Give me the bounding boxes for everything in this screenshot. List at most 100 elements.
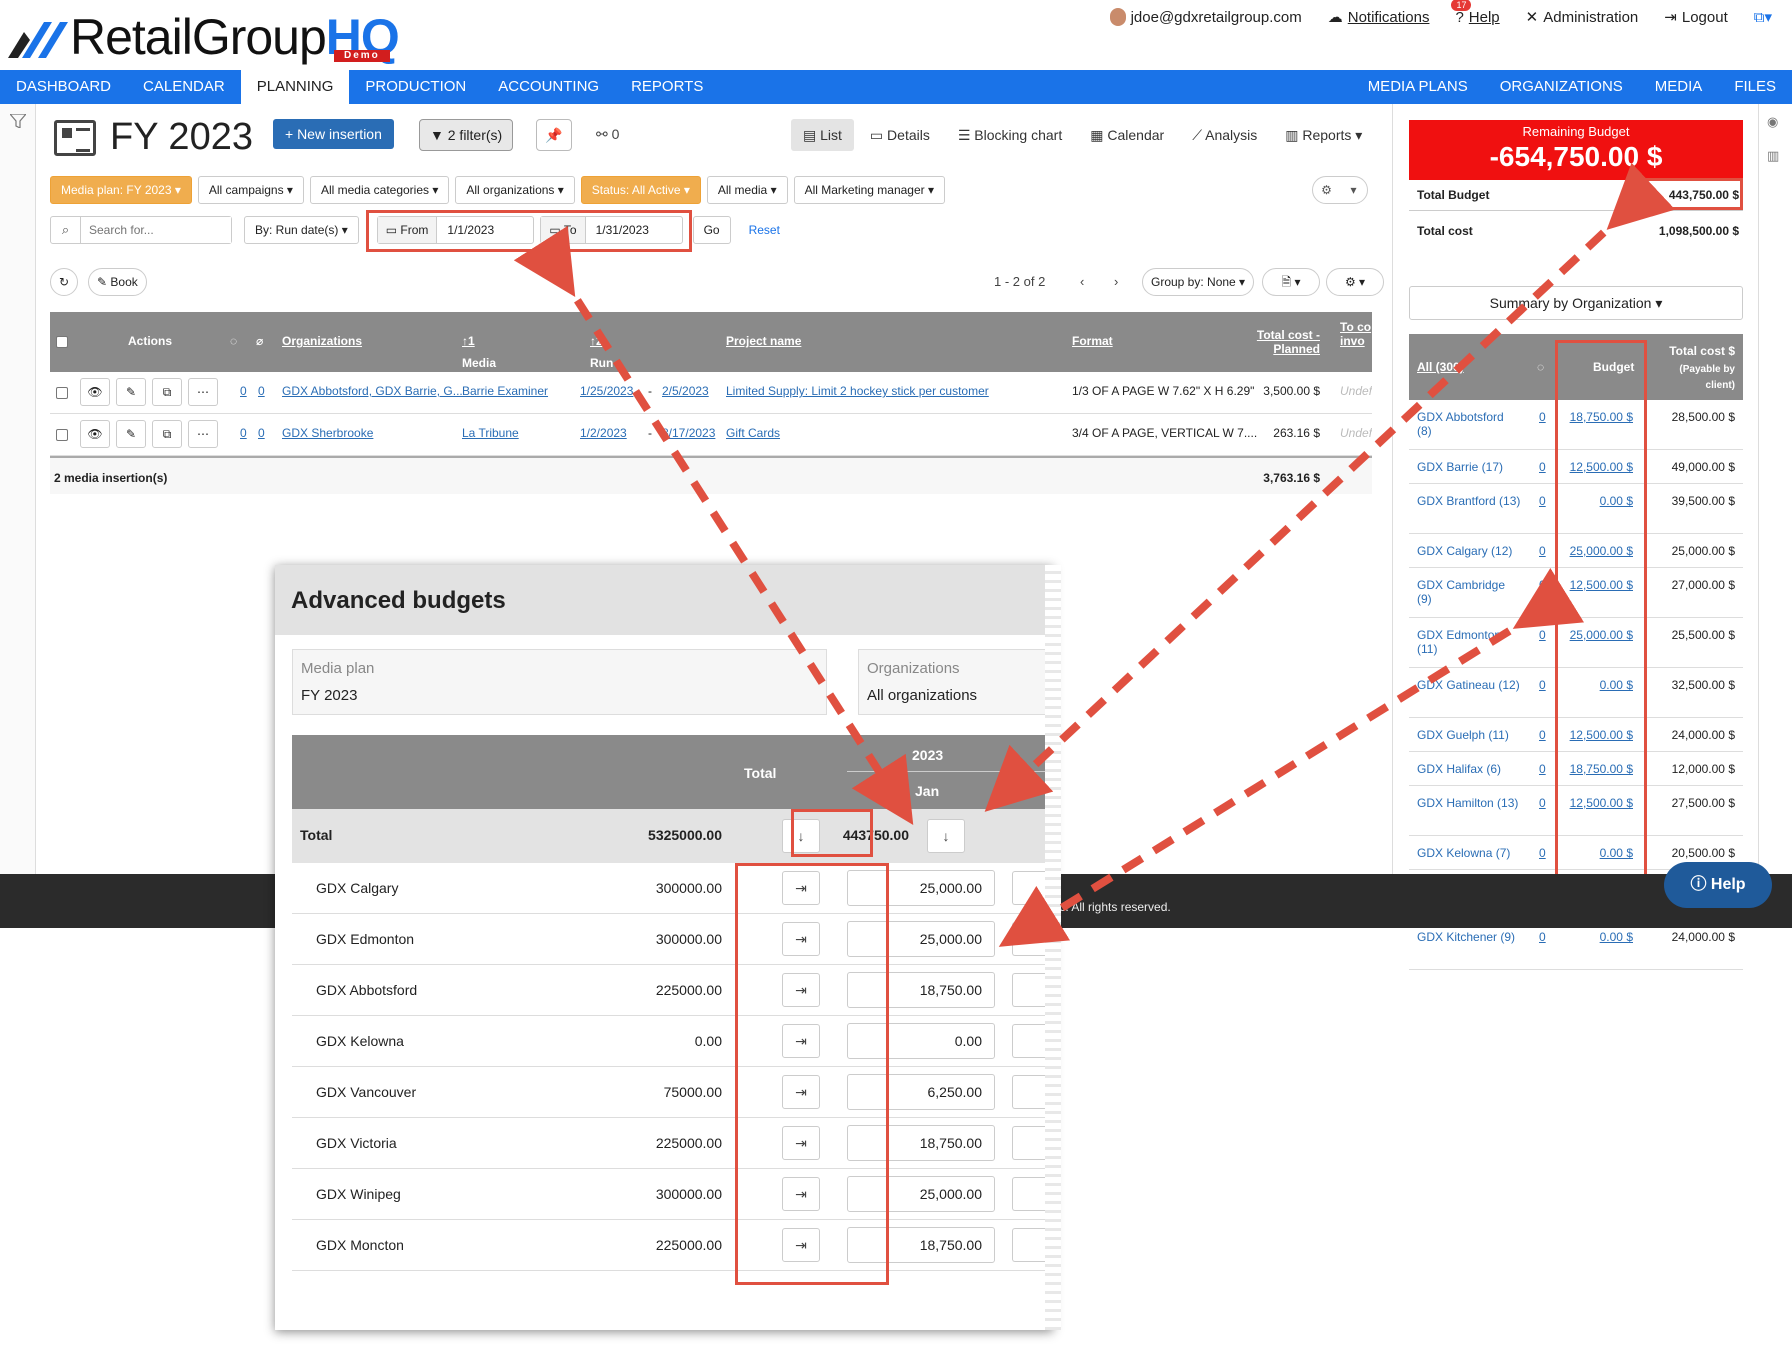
row-start-date[interactable]: 1/2/2023 [580,426,627,440]
help-link[interactable]: 17? Help [1451,0,1500,26]
share-button[interactable]: ⚯ 0 [596,126,619,143]
select-all-checkbox[interactable] [56,336,68,348]
attachment-count[interactable]: 0 [258,426,265,440]
org-name[interactable]: GDX Hamilton (13) [1417,796,1521,810]
row-project-name[interactable]: Limited Supply: Limit 2 hockey stick per… [726,384,989,398]
org-comment-count[interactable]: 0 [1539,578,1546,592]
col-total-cost-planned[interactable]: Total cost - Planned [1250,328,1320,356]
view-icon[interactable]: 👁 [80,378,110,406]
org-comment-count[interactable]: 0 [1539,678,1546,692]
chip-media-categories[interactable]: All media categories ▾ [309,176,450,204]
org-comment-count[interactable]: 0 [1539,728,1546,742]
org-comment-count[interactable]: 0 [1539,410,1546,424]
org-comment-count[interactable]: 0 [1539,460,1546,474]
nav-reports[interactable]: REPORTS [615,70,719,104]
row-media[interactable]: La Tribune [462,426,519,440]
search-input[interactable] [81,217,231,243]
org-switch-icon[interactable]: ⧉▾ [1754,8,1772,26]
org-name[interactable]: GDX Barrie (17) [1417,460,1521,474]
org-comment-count[interactable]: 0 [1539,930,1546,944]
tab-list[interactable]: ▤ List [791,119,854,151]
nav-dashboard[interactable]: DASHBOARD [0,70,127,104]
org-comment-count[interactable]: 0 [1539,762,1546,776]
org-comment-count[interactable]: 0 [1539,544,1546,558]
copy-icon[interactable]: ⧉ [152,420,182,448]
settings-dropdown[interactable]: ⚙ ▾ [1312,176,1368,204]
row-organizations[interactable]: GDX Abbotsford, GDX Barrie, G... [282,384,463,398]
date-mode-select[interactable]: By: Run date(s) ▾ [244,216,359,244]
org-name[interactable]: GDX Guelph (11) [1417,728,1521,742]
chip-campaigns[interactable]: All campaigns ▾ [197,176,304,204]
filters-button[interactable]: ▼ 2 filter(s) [419,119,514,151]
book-button[interactable]: ✎ Book [88,268,147,296]
col-organizations[interactable]: Organizations [282,334,362,348]
media-plan-field[interactable]: Media plan FY 2023 [292,649,827,715]
logout-link[interactable]: ⇥ Logout [1664,8,1727,27]
next-page-icon[interactable]: › [1114,274,1118,289]
col-run-dates[interactable]: Run date(s) ↑2 [590,334,629,384]
prev-page-icon[interactable]: ‹ [1080,274,1084,289]
nav-media[interactable]: MEDIA [1639,70,1719,104]
row-start-date[interactable]: 1/25/2023 [580,384,633,398]
nav-accounting[interactable]: ACCOUNTING [482,70,615,104]
comment-count[interactable]: 0 [240,384,247,398]
help-floating-button[interactable]: ⓘ Help [1664,862,1772,908]
col-total-cost-invoiced[interactable]: To co invo [1340,320,1372,348]
org-name[interactable]: GDX Kitchener (9) [1417,930,1521,944]
tab-reports[interactable]: ▥ Reports ▾ [1273,119,1374,151]
edit-icon[interactable]: ✎ [116,420,146,448]
notifications-link[interactable]: ☁ Notifications [1328,8,1430,27]
more-icon[interactable]: ⋯ [188,420,218,448]
summary-by-organization-button[interactable]: Summary by Organization ▾ [1409,286,1743,320]
organizations-field[interactable]: Organizations All organizations [858,649,1053,715]
nav-media-plans[interactable]: MEDIA PLANS [1352,70,1484,104]
org-name[interactable]: GDX Cambridge (9) [1417,578,1521,606]
filter-icon[interactable] [10,114,26,128]
col-format[interactable]: Format [1072,334,1113,348]
attachment-count[interactable]: 0 [258,384,265,398]
chip-status[interactable]: Status: All Active ▾ [580,176,701,204]
edit-icon[interactable]: ✎ [116,378,146,406]
more-icon[interactable]: ⋯ [188,378,218,406]
org-name[interactable]: GDX Brantford (13) [1417,494,1521,508]
distribute-down-icon[interactable]: ↓ [927,819,965,853]
table-row[interactable]: 👁 ✎ ⧉ ⋯ 0 0 GDX Sherbrooke La Tribune 1/… [50,414,1372,456]
administration-link[interactable]: ✕ Administration [1526,8,1639,27]
org-budget[interactable]: 0.00 $ [1559,930,1633,944]
col-media[interactable]: Media ↑1 [462,334,496,370]
org-comment-count[interactable]: 0 [1539,628,1546,642]
chip-media-plan[interactable]: Media plan: FY 2023 ▾ [50,176,192,204]
col-project-name[interactable]: Project name [726,334,801,348]
row-end-date[interactable]: 8/17/2023 [662,426,715,440]
tab-blocking-chart[interactable]: ☰ Blocking chart [946,119,1074,151]
export-dropdown[interactable]: 🗎 ▾ [1262,268,1320,296]
reset-link[interactable]: Reset [749,223,780,237]
pin-button[interactable]: 📌 [536,119,572,151]
nav-production[interactable]: PRODUCTION [349,70,482,104]
row-media[interactable]: Barrie Examiner [462,384,548,398]
user-menu[interactable]: jdoe@gdxretailgroup.com [1109,8,1302,26]
col-all[interactable]: All (300) [1417,360,1464,374]
org-name[interactable]: GDX Calgary (12) [1417,544,1521,558]
org-name[interactable]: GDX Kelowna (7) [1417,846,1521,860]
tab-analysis[interactable]: ⟋ Analysis [1180,119,1269,151]
tab-calendar[interactable]: ▦ Calendar [1078,119,1176,151]
nav-organizations[interactable]: ORGANIZATIONS [1484,70,1639,104]
copy-icon[interactable]: ⧉ [152,378,182,406]
grid-settings-dropdown[interactable]: ⚙ ▾ [1326,268,1384,296]
eye-icon[interactable]: ◉ [1767,114,1778,130]
org-name[interactable]: GDX Edmonton (11) [1417,628,1521,656]
org-name[interactable]: GDX Halifax (6) [1417,762,1521,776]
row-organizations[interactable]: GDX Sherbrooke [282,426,373,440]
nav-files[interactable]: FILES [1718,70,1792,104]
nav-planning[interactable]: PLANNING [240,70,350,104]
row-checkbox[interactable] [56,387,68,399]
chip-organizations[interactable]: All organizations ▾ [455,176,575,204]
group-by-select[interactable]: Group by: None ▾ [1142,268,1255,296]
org-comment-count[interactable]: 0 [1539,796,1546,810]
go-button[interactable]: Go [692,216,731,244]
view-icon[interactable]: 👁 [80,420,110,448]
refresh-button[interactable]: ↻ [50,268,78,296]
org-comment-count[interactable]: 0 [1539,494,1546,508]
nav-calendar[interactable]: CALENDAR [127,70,241,104]
